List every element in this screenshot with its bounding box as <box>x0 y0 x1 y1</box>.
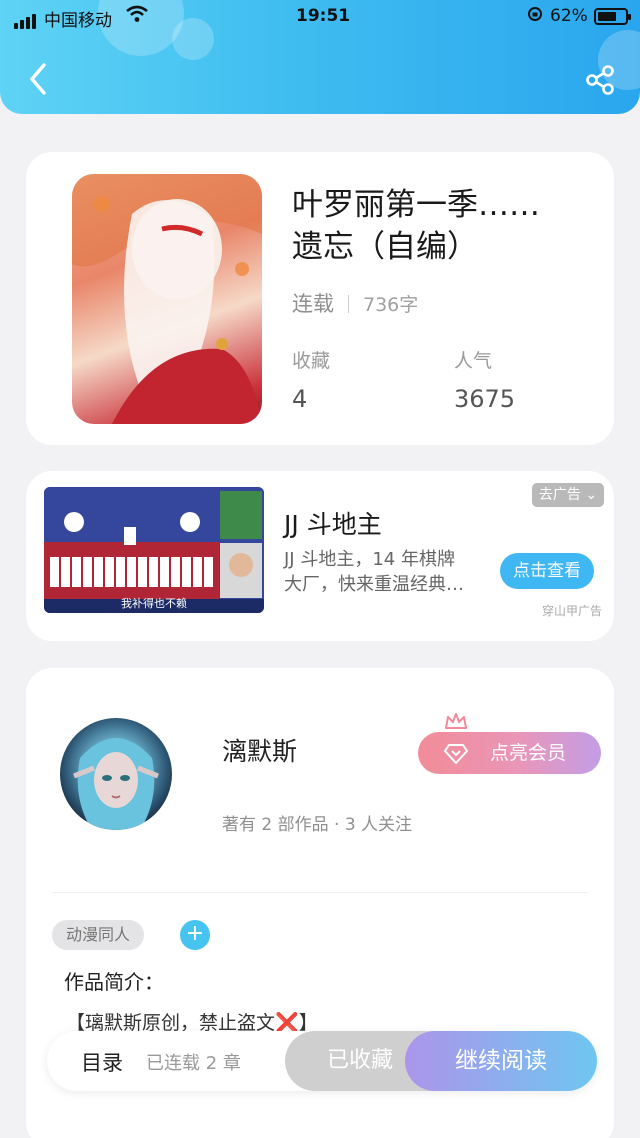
ad-view-button[interactable]: 点击查看 <box>500 553 594 589</box>
popularity-stat: 人气 3675 <box>454 346 515 413</box>
book-info-card: 叶罗丽第一季…… 遗忘（自编） 连载 736字 收藏 4 人气 3675 <box>26 152 614 445</box>
ad-source-label: 穿山甲广告 <box>542 604 603 618</box>
rotation-lock-icon <box>527 6 543 26</box>
add-tag-button[interactable]: + <box>180 920 210 950</box>
favorites-stat: 收藏 4 <box>292 346 330 413</box>
back-arrow-icon[interactable] <box>26 62 52 96</box>
book-title-line: 遗忘（自编） <box>292 229 478 265</box>
toc-button[interactable]: 目录 <box>81 1047 123 1077</box>
book-title-line: 叶罗丽第一季…… <box>292 187 540 223</box>
vip-member-button[interactable]: 点亮会员 <box>418 732 601 774</box>
carrier-name: 中国移动 <box>44 11 112 31</box>
battery-icon <box>594 8 631 25</box>
status-bar: 中国移动 19:51 62% <box>0 0 640 34</box>
top-header: 中国移动 19:51 62% <box>0 0 640 114</box>
crown-icon <box>445 713 467 729</box>
battery-percent: 62% <box>550 6 588 26</box>
book-meta: 连载 736字 <box>292 288 418 318</box>
author-stats: 著有 2 部作品 · 3 人关注 <box>222 815 413 835</box>
chevron-down-icon: ⌄ <box>585 487 598 503</box>
divider <box>348 295 349 313</box>
genre-tag[interactable]: 动漫同人 <box>52 920 145 950</box>
book-cover-image[interactable] <box>72 174 262 424</box>
ad-card[interactable]: 我补得也不赖 JJ 斗地主 JJ 斗地主，14 年棋牌 大厂，快来重温经典… 去… <box>26 471 614 641</box>
divider <box>52 892 588 893</box>
clock: 19:51 <box>296 6 351 26</box>
book-title: 叶罗丽第一季…… 遗忘（自编） <box>292 184 592 268</box>
ad-title: JJ 斗地主 <box>284 510 382 539</box>
continue-reading-button[interactable]: 继续阅读 <box>405 1031 597 1091</box>
intro-label: 作品简介： <box>64 970 164 994</box>
ad-description-line: 大厂，快来重温经典… <box>284 574 464 595</box>
vip-button-label: 点亮会员 <box>490 742 567 764</box>
avatar[interactable] <box>60 718 172 830</box>
favorites-value: 4 <box>292 385 308 413</box>
wifi-icon <box>126 5 148 28</box>
serial-status: 连载 <box>292 292 334 316</box>
diamond-icon <box>444 744 468 764</box>
chapter-count: 已连载 2 章 <box>146 1053 241 1074</box>
bottom-action-bar: 目录 已连载 2 章 已收藏 继续阅读 <box>47 1031 597 1091</box>
remove-ad-button[interactable]: 去广告 ⌄ <box>532 483 604 507</box>
remove-ad-label: 去广告 <box>538 487 581 503</box>
ad-image[interactable]: 我补得也不赖 <box>44 487 264 613</box>
favorites-label: 收藏 <box>292 350 331 372</box>
popularity-value: 3675 <box>454 385 516 413</box>
share-icon[interactable] <box>584 64 616 96</box>
author-name[interactable]: 漓默斯 <box>222 732 297 768</box>
word-count: 736字 <box>363 294 419 316</box>
popularity-label: 人气 <box>454 350 493 372</box>
signal-icon <box>14 9 38 29</box>
ad-description: JJ 斗地主，14 年棋牌 大厂，快来重温经典… <box>284 547 484 597</box>
ad-description-line: JJ 斗地主，14 年棋牌 <box>284 549 455 570</box>
ad-image-caption: 我补得也不赖 <box>121 597 187 610</box>
